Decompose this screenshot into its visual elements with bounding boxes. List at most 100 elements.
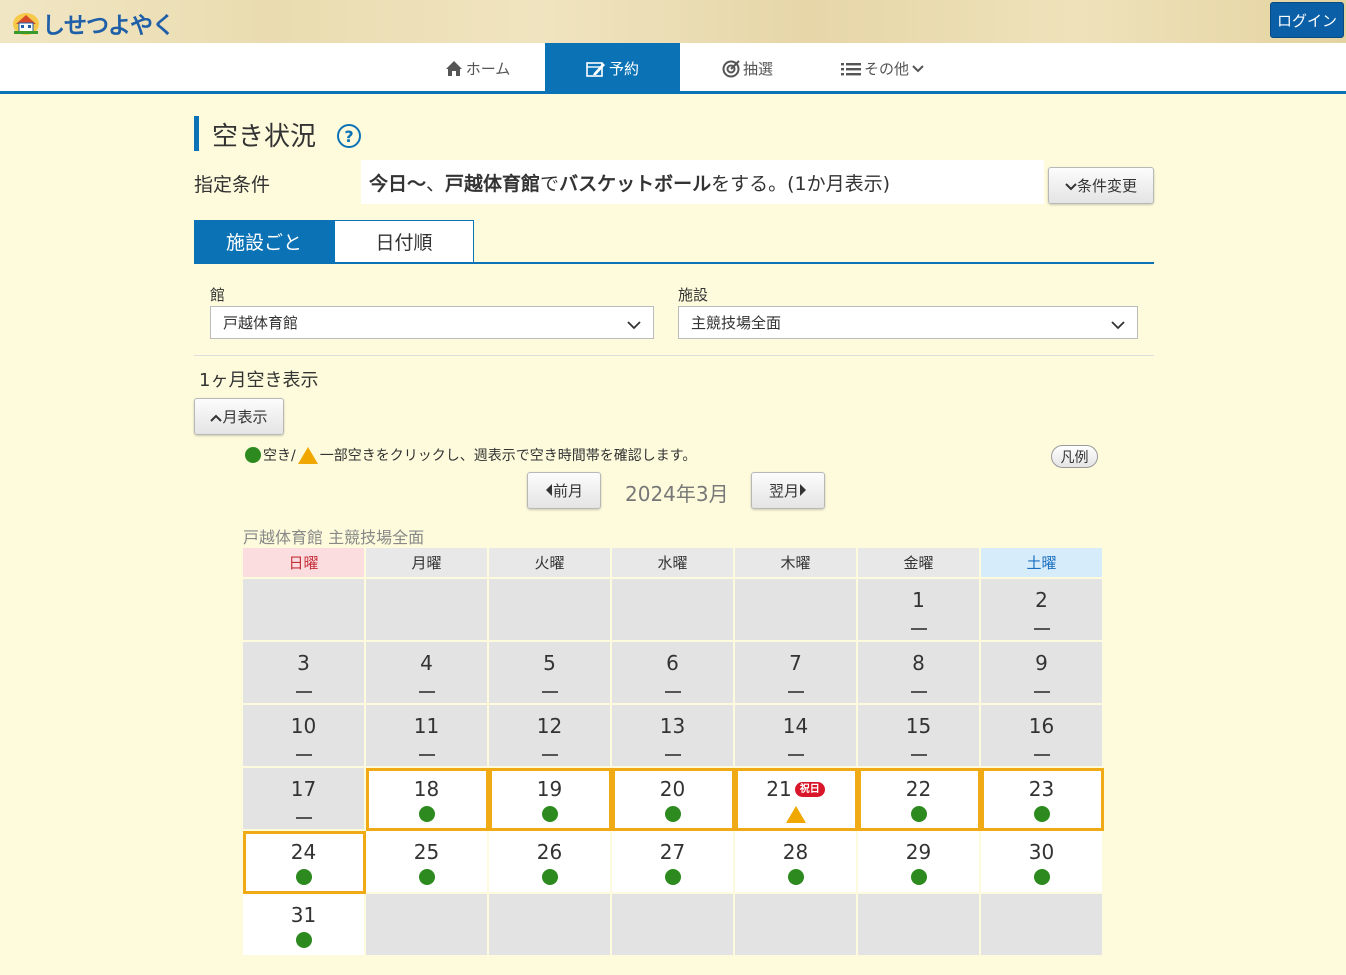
calendar-cell-empty	[735, 894, 858, 957]
day-number: 31	[291, 902, 316, 928]
chevron-down-icon	[1065, 177, 1077, 195]
calendar-day-cell: 13	[612, 705, 735, 768]
day-number: 13	[660, 713, 685, 739]
hall-select[interactable]: 戸越体育館	[210, 306, 654, 339]
day-number: 28	[783, 839, 808, 865]
calendar-day-cell[interactable]: 31	[243, 894, 366, 957]
tab-by-facility[interactable]: 施設ごと	[194, 220, 334, 263]
calendar-day-cell[interactable]: 24	[243, 831, 366, 894]
day-number-text: 9	[1035, 651, 1048, 675]
calendar-day-cell[interactable]: 29	[858, 831, 981, 894]
tab-by-date[interactable]: 日付順	[334, 220, 474, 263]
hint-text-1: 空き/	[263, 448, 296, 464]
calendar-cell-empty	[366, 894, 489, 957]
nav-home[interactable]: ホーム	[410, 43, 545, 94]
day-number: 19	[537, 776, 562, 802]
day-number-text: 14	[782, 714, 809, 738]
login-button[interactable]: ログイン	[1270, 2, 1344, 38]
day-number-text: 8	[912, 651, 925, 675]
calendar-day-cell: 7	[735, 642, 858, 705]
calendar-day-cell[interactable]: 21 祝日	[735, 768, 858, 831]
condition-sport: バスケットボール	[559, 172, 712, 195]
calendar-day-cell: 3	[243, 642, 366, 705]
calendar-header: 日曜 月曜 火曜 水曜 木曜 金曜 土曜	[243, 548, 1104, 579]
calendar-day-cell[interactable]: 25	[366, 831, 489, 894]
day-number: 23	[1029, 776, 1054, 802]
status-mark	[910, 867, 927, 887]
day-number: 20	[660, 776, 685, 802]
day-number-text: 19	[536, 777, 563, 801]
calendar-day-cell[interactable]: 19	[489, 768, 612, 831]
facility-select[interactable]: 主競技場全面	[678, 306, 1138, 339]
day-number: 30	[1029, 839, 1054, 865]
unavailable-icon	[295, 817, 312, 819]
unavailable-icon	[418, 691, 435, 693]
calendar-day-cell[interactable]: 26	[489, 831, 612, 894]
status-mark	[418, 804, 435, 824]
caret-left-icon	[545, 482, 553, 500]
available-icon	[245, 447, 261, 463]
calendar-day-cell[interactable]: 28	[735, 831, 858, 894]
calendar-day-cell[interactable]: 23	[981, 768, 1104, 831]
day-number: 14	[783, 713, 808, 739]
prev-month-button[interactable]: 前月	[527, 472, 601, 509]
nav-other[interactable]: その他	[815, 43, 950, 94]
day-number-text: 23	[1028, 777, 1055, 801]
main-nav: ホーム 予約 抽選 その他	[0, 43, 1346, 94]
day-number-text: 31	[290, 903, 317, 927]
calendar-day-cell[interactable]: 18	[366, 768, 489, 831]
legend-button[interactable]: 凡例	[1051, 445, 1098, 468]
calendar-day-cell: 8	[858, 642, 981, 705]
chevron-down-icon	[912, 64, 924, 73]
calendar-cell-empty	[489, 579, 612, 642]
change-conditions-button[interactable]: 条件変更	[1048, 167, 1154, 204]
holiday-badge: 祝日	[794, 781, 825, 797]
weekday-monday: 月曜	[366, 548, 489, 579]
status-mark	[664, 741, 681, 761]
change-conditions-label: 条件変更	[1076, 177, 1137, 195]
day-number: 6	[666, 650, 679, 676]
calendar-day-cell: 10	[243, 705, 366, 768]
unavailable-icon	[1033, 754, 1050, 756]
day-number-text: 24	[290, 840, 317, 864]
nav-reserve[interactable]: 予約	[545, 43, 680, 94]
status-mark	[664, 678, 681, 698]
unavailable-icon	[418, 754, 435, 756]
calendar-day-cell: 5	[489, 642, 612, 705]
weekday-sunday: 日曜	[243, 548, 366, 579]
month-toggle-label: 月表示	[222, 408, 268, 426]
unavailable-icon	[1033, 691, 1050, 693]
status-mark	[787, 867, 804, 887]
calendar-cell-empty	[243, 579, 366, 642]
calendar-day-cell[interactable]: 20	[612, 768, 735, 831]
status-mark	[418, 867, 435, 887]
weekday-saturday: 土曜	[981, 548, 1104, 579]
calendar-day-cell[interactable]: 22	[858, 768, 981, 831]
unavailable-icon	[787, 691, 804, 693]
day-number-text: 13	[659, 714, 686, 738]
home-icon	[445, 60, 463, 77]
month-toggle-button[interactable]: 月表示	[194, 398, 284, 435]
status-mark	[910, 678, 927, 698]
facility-select-label: 施設	[678, 286, 709, 304]
calendar-grid: 1 2 3 4 5 6 7 8 9 10 11 12 13 14 15 16 17 18 19 20 21 祝日 22 23 2…	[243, 579, 1104, 957]
condition-venue: 戸越体育館	[445, 172, 541, 195]
calendar-edit-icon	[586, 60, 606, 77]
unavailable-icon	[664, 691, 681, 693]
day-number-text: 20	[659, 777, 686, 801]
next-month-button[interactable]: 翌月	[751, 472, 825, 509]
help-icon[interactable]: ?	[337, 124, 361, 148]
site-logo[interactable]: しせつよやく	[12, 6, 175, 40]
day-number-text: 18	[413, 777, 440, 801]
nav-lottery[interactable]: 抽選	[680, 43, 815, 94]
calendar-day-cell[interactable]: 27	[612, 831, 735, 894]
status-mark	[910, 615, 927, 635]
calendar-day-cell[interactable]: 30	[981, 831, 1104, 894]
calendar-cell-empty	[366, 579, 489, 642]
status-mark	[787, 678, 804, 698]
calendar-cell-empty	[612, 579, 735, 642]
target-icon	[722, 59, 740, 78]
status-mark	[664, 867, 681, 887]
calendar-cell-empty	[489, 894, 612, 957]
available-icon	[295, 869, 312, 885]
